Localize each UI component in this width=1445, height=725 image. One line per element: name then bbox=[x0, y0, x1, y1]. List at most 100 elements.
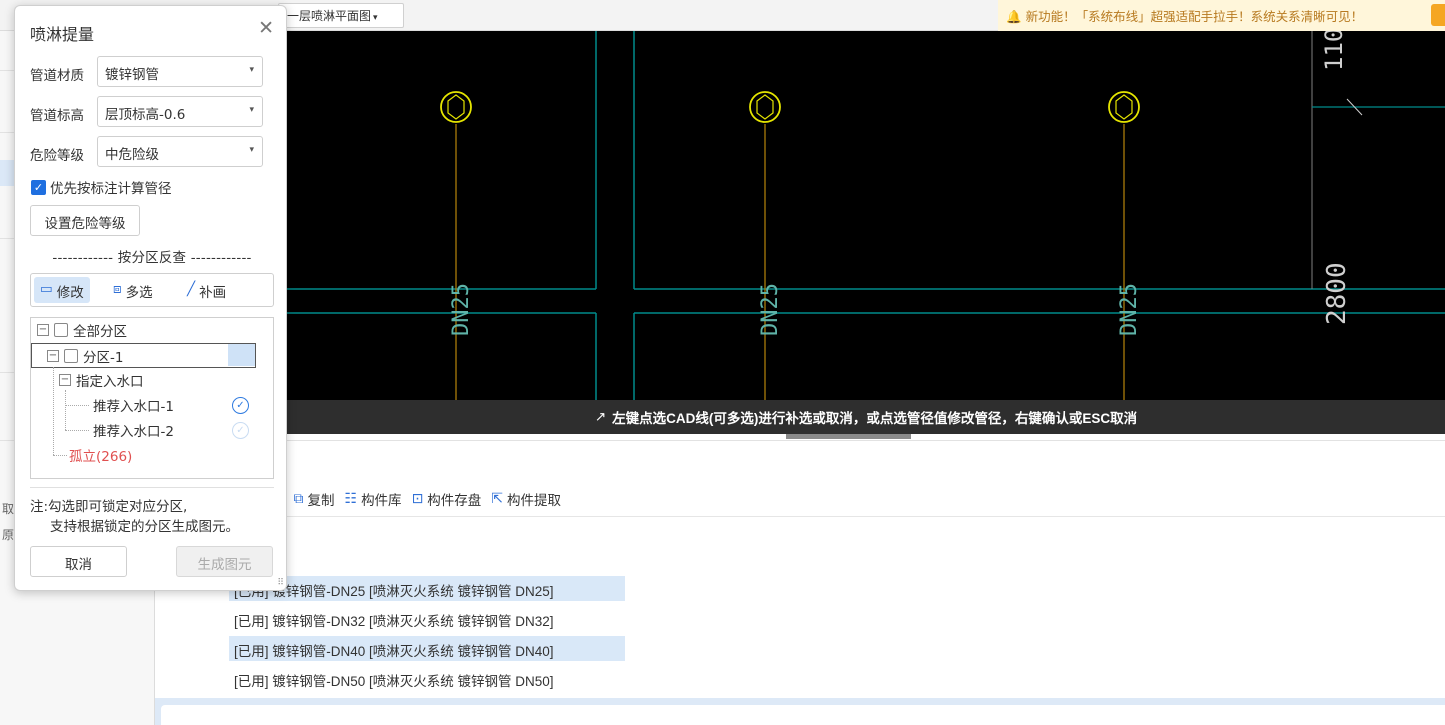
dimension-labels: 110 2800 bbox=[1320, 31, 1352, 325]
tab-multi-select-label: 多选 bbox=[125, 285, 153, 301]
cursor-pick-icon: ↗ bbox=[594, 409, 607, 424]
sidebar-fragment: 取 bbox=[2, 502, 15, 516]
sprinkler-head[interactable] bbox=[749, 91, 781, 123]
tab-draw[interactable]: ╱ 补画 bbox=[181, 277, 232, 303]
close-icon[interactable]: ✕ bbox=[258, 18, 274, 38]
pipe-size-label[interactable]: DN25 bbox=[1117, 283, 1142, 336]
pipe-material-label: 管道材质 bbox=[30, 68, 84, 84]
component-save-button[interactable]: ⊡ 构件存盘 bbox=[412, 489, 482, 509]
pipe-elevation-value: 层顶标高-0.6 bbox=[105, 107, 186, 123]
pipe-lines[interactable] bbox=[455, 124, 1125, 400]
divider bbox=[155, 516, 1445, 517]
sprinkler-head-inner[interactable] bbox=[756, 94, 774, 120]
sprinkler-head-inner[interactable] bbox=[447, 94, 465, 120]
notice-tag[interactable] bbox=[1431, 4, 1445, 26]
tree-node-inlet[interactable]: 推荐入水口-2 bbox=[93, 419, 174, 441]
save-icon: ⊡ bbox=[411, 491, 424, 507]
sprinkler-head[interactable] bbox=[1108, 91, 1140, 123]
collapse-icon[interactable]: − bbox=[47, 350, 59, 362]
panel-resize-handle[interactable] bbox=[786, 434, 911, 439]
resize-grip-icon[interactable]: ⠿ bbox=[277, 578, 284, 588]
tab-modify[interactable]: ▭ 修改 bbox=[34, 277, 90, 303]
pipe-material-select[interactable]: 镀锌钢管 ▾ bbox=[97, 56, 263, 87]
set-hazard-level-button[interactable]: 设置危险等级 bbox=[30, 205, 140, 236]
component-list-item-label: [已用] 镀锌钢管-DN32 [喷淋灭火系统 镀锌钢管 DN32] bbox=[234, 614, 554, 629]
cad-drawing[interactable]: DN25 DN25 DN25 110 2800 bbox=[287, 31, 1445, 400]
component-list-item[interactable]: [已用] 镀锌钢管-DN25 [喷淋灭火系统 镀锌钢管 DN25] bbox=[229, 576, 625, 601]
component-list-item[interactable]: [已用] 镀锌钢管-DN50 [喷淋灭火系统 镀锌钢管 DN50] bbox=[229, 666, 625, 691]
bell-icon: 🔔 bbox=[1006, 9, 1022, 24]
chevron-down-icon: ▾ bbox=[249, 65, 254, 75]
cad-canvas[interactable]: DN25 DN25 DN25 110 2800 bbox=[287, 31, 1445, 400]
component-toolbar: 除 ⧉ 复制 ☷ 构件库 ⊡ 构件存盘 ⇱ 构件提取 bbox=[270, 486, 561, 512]
notice-text: 新功能！「系统布线」超强适配手拉手！系统关系清晰可见！ bbox=[1025, 9, 1364, 24]
component-list-item[interactable]: [已用] 镀锌钢管-DN40 [喷淋灭火系统 镀锌钢管 DN40] bbox=[229, 636, 625, 661]
component-save-label: 构件存盘 bbox=[427, 493, 482, 509]
tree-node-label: 推荐入水口-2 bbox=[93, 424, 174, 440]
sprinkler-heads[interactable] bbox=[440, 91, 1140, 123]
divider bbox=[30, 487, 274, 488]
component-list-item[interactable]: [已用] 镀锌钢管-DN32 [喷淋灭火系统 镀锌钢管 DN32] bbox=[229, 606, 625, 631]
pipe-size-label[interactable]: DN25 bbox=[758, 283, 783, 336]
new-feature-notice[interactable]: 🔔 新功能！「系统布线」超强适配手拉手！系统关系清晰可见！ bbox=[998, 0, 1445, 31]
tree-node-all[interactable]: − 全部分区 bbox=[37, 319, 127, 341]
tree-node-inlet-group[interactable]: − 指定入水口 bbox=[59, 369, 144, 391]
sprinkler-head[interactable] bbox=[440, 91, 472, 123]
floor-select-value: 一层喷淋平面图 bbox=[287, 9, 372, 23]
component-extract-button[interactable]: ⇱ 构件提取 bbox=[491, 489, 561, 509]
copy-button[interactable]: ⧉ 复制 bbox=[294, 489, 335, 509]
property-panel bbox=[155, 698, 1445, 725]
hazard-level-value: 中危险级 bbox=[105, 147, 159, 163]
pipe-size-label[interactable]: DN25 bbox=[449, 283, 474, 336]
modify-icon: ▭ bbox=[40, 281, 53, 297]
dialog-title: 喷淋提量 bbox=[30, 25, 95, 44]
hazard-level-label: 危险等级 bbox=[30, 148, 84, 164]
tab-multi-select[interactable]: ⧈ 多选 bbox=[107, 277, 159, 303]
collapse-icon[interactable]: − bbox=[37, 324, 49, 336]
checkbox-checked[interactable]: ✓ bbox=[31, 179, 46, 195]
tree-guide bbox=[65, 430, 89, 431]
zone-tree: − 全部分区 − 分区-1 − 指定入水口 推荐入水口-1 ✓ 推荐入水口-2 … bbox=[30, 317, 274, 479]
multi-select-icon: ⧈ bbox=[113, 281, 122, 297]
tree-node-label: 孤立(266) bbox=[69, 449, 133, 465]
checkbox[interactable] bbox=[54, 323, 68, 337]
dimension-label: 110 bbox=[1320, 31, 1348, 71]
checkbox[interactable] bbox=[64, 349, 78, 363]
check-circle-icon[interactable]: ✓ bbox=[232, 422, 249, 439]
property-panel-body[interactable] bbox=[161, 705, 1445, 725]
note-line: 注:勾选即可锁定对应分区, bbox=[30, 499, 188, 515]
component-library-button[interactable]: ☷ 构件库 bbox=[345, 489, 402, 509]
collapse-icon[interactable]: − bbox=[59, 374, 71, 386]
dimension-label: 2800 bbox=[1322, 262, 1352, 325]
copy-icon: ⧉ bbox=[293, 491, 304, 507]
tree-node-isolated[interactable]: 孤立(266) bbox=[69, 444, 132, 466]
generate-button[interactable]: 生成图元 bbox=[176, 546, 273, 577]
pipe-labels[interactable]: DN25 DN25 DN25 bbox=[449, 283, 1142, 336]
floor-select[interactable]: 一层喷淋平面图 ▾ bbox=[278, 3, 404, 28]
extract-icon: ⇱ bbox=[491, 491, 504, 507]
tree-node-label: 分区-1 bbox=[83, 350, 124, 366]
sprinkler-takeoff-dialog: 喷淋提量 ✕ 管道材质 镀锌钢管 ▾ 管道标高 层顶标高-0.6 ▾ 危险等级 … bbox=[14, 5, 287, 591]
component-list-item-label: [已用] 镀锌钢管-DN50 [喷淋灭火系统 镀锌钢管 DN50] bbox=[234, 674, 554, 689]
grid-lines bbox=[287, 31, 1445, 400]
selected-row-indicator[interactable] bbox=[0, 160, 14, 186]
sprinkler-head-inner[interactable] bbox=[1115, 94, 1133, 120]
pipe-material-value: 镀锌钢管 bbox=[105, 67, 159, 83]
tree-guide bbox=[65, 390, 66, 430]
tab-draw-label: 补画 bbox=[199, 285, 227, 301]
dialog-note: 注:勾选即可锁定对应分区, 支持根据锁定的分区生成图元。 bbox=[30, 497, 239, 537]
chevron-down-icon: ▾ bbox=[249, 145, 254, 155]
component-list-item-label: [已用] 镀锌钢管-DN40 [喷淋灭火系统 镀锌钢管 DN40] bbox=[234, 644, 554, 659]
tree-node-inlet[interactable]: 推荐入水口-1 bbox=[93, 394, 174, 416]
tree-node-zone1[interactable]: − 分区-1 bbox=[47, 345, 123, 367]
pencil-icon: ╱ bbox=[187, 281, 196, 297]
tree-node-label: 推荐入水口-1 bbox=[93, 399, 174, 415]
pipe-elevation-select[interactable]: 层顶标高-0.6 ▾ bbox=[97, 96, 263, 127]
priority-checkbox-row[interactable]: ✓ 优先按标注计算管径 bbox=[31, 177, 172, 197]
cad-hint-bar: ↗ 左键点选CAD线(可多选)进行补选或取消，或点选管径值修改管径，右键确认或ES… bbox=[287, 400, 1445, 434]
hazard-level-select[interactable]: 中危险级 ▾ bbox=[97, 136, 263, 167]
tree-guide bbox=[53, 367, 54, 455]
check-circle-icon[interactable]: ✓ bbox=[232, 397, 249, 414]
cancel-button[interactable]: 取消 bbox=[30, 546, 127, 577]
note-line: 支持根据锁定的分区生成图元。 bbox=[50, 519, 239, 535]
